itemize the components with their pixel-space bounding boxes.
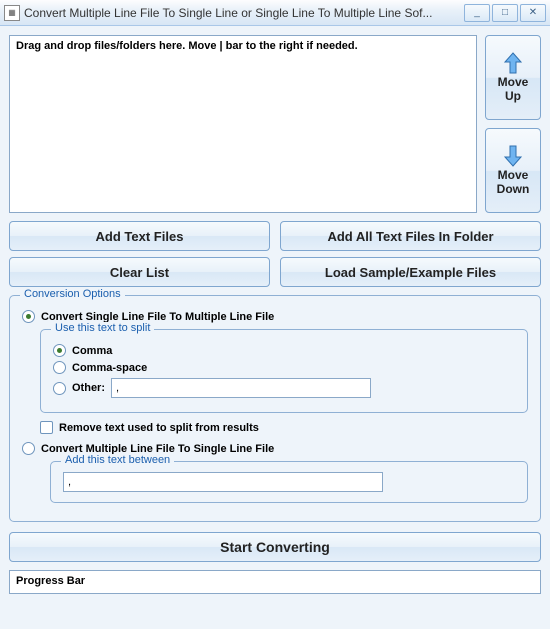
radio-icon — [22, 442, 35, 455]
between-text-group: Add this text between — [50, 461, 528, 503]
split-text-legend: Use this text to split — [51, 322, 154, 334]
between-text-legend: Add this text between — [61, 454, 174, 466]
move-up-label: Move Up — [498, 76, 529, 102]
conversion-options-group: Conversion Options Convert Single Line F… — [9, 295, 541, 522]
remove-split-text-label: Remove text used to split from results — [59, 422, 259, 434]
radio-icon — [22, 310, 35, 323]
move-down-label: Move Down — [497, 169, 530, 195]
move-up-button[interactable]: Move Up — [485, 35, 541, 120]
radio-other-label: Other: — [72, 382, 105, 394]
minimize-button[interactable]: _ — [464, 4, 490, 22]
radio-multiple-to-single-label: Convert Multiple Line File To Single Lin… — [41, 443, 274, 455]
add-all-in-folder-button[interactable]: Add All Text Files In Folder — [280, 221, 541, 251]
arrow-down-icon — [503, 145, 523, 167]
title-bar: ▦ Convert Multiple Line File To Single L… — [0, 0, 550, 26]
radio-single-to-multiple-label: Convert Single Line File To Multiple Lin… — [41, 311, 274, 323]
client-area: Drag and drop files/folders here. Move |… — [0, 26, 550, 629]
split-text-group: Use this text to split Comma Comma-space… — [40, 329, 528, 413]
radio-comma[interactable]: Comma — [53, 344, 515, 357]
close-button[interactable]: ✕ — [520, 4, 546, 22]
clear-list-button[interactable]: Clear List — [9, 257, 270, 287]
window-title: Convert Multiple Line File To Single Lin… — [24, 6, 464, 20]
progress-bar: Progress Bar — [9, 570, 541, 594]
radio-comma-space[interactable]: Comma-space — [53, 361, 515, 374]
other-text-input[interactable] — [111, 378, 371, 398]
window-buttons: _ □ ✕ — [464, 4, 546, 22]
button-row-1: Add Text Files Add All Text Files In Fol… — [9, 221, 541, 251]
checkbox-icon — [40, 421, 53, 434]
radio-icon — [53, 382, 66, 395]
button-row-2: Clear List Load Sample/Example Files — [9, 257, 541, 287]
arrow-up-icon — [503, 52, 523, 74]
move-buttons: Move Up Move Down — [485, 35, 541, 213]
load-sample-button[interactable]: Load Sample/Example Files — [280, 257, 541, 287]
radio-icon — [53, 361, 66, 374]
maximize-button[interactable]: □ — [492, 4, 518, 22]
conversion-options-legend: Conversion Options — [20, 288, 125, 300]
radio-icon — [53, 344, 66, 357]
top-row: Drag and drop files/folders here. Move |… — [9, 35, 541, 213]
app-icon: ▦ — [4, 5, 20, 21]
radio-comma-label: Comma — [72, 345, 112, 357]
drop-area-wrap: Drag and drop files/folders here. Move |… — [9, 35, 477, 213]
between-text-input[interactable] — [63, 472, 383, 492]
remove-split-text-checkbox[interactable]: Remove text used to split from results — [40, 421, 528, 434]
move-down-button[interactable]: Move Down — [485, 128, 541, 213]
file-list-box[interactable]: Drag and drop files/folders here. Move |… — [9, 35, 477, 213]
radio-comma-space-label: Comma-space — [72, 362, 147, 374]
add-text-files-button[interactable]: Add Text Files — [9, 221, 270, 251]
radio-other[interactable]: Other: — [53, 378, 515, 398]
start-converting-button[interactable]: Start Converting — [9, 532, 541, 562]
